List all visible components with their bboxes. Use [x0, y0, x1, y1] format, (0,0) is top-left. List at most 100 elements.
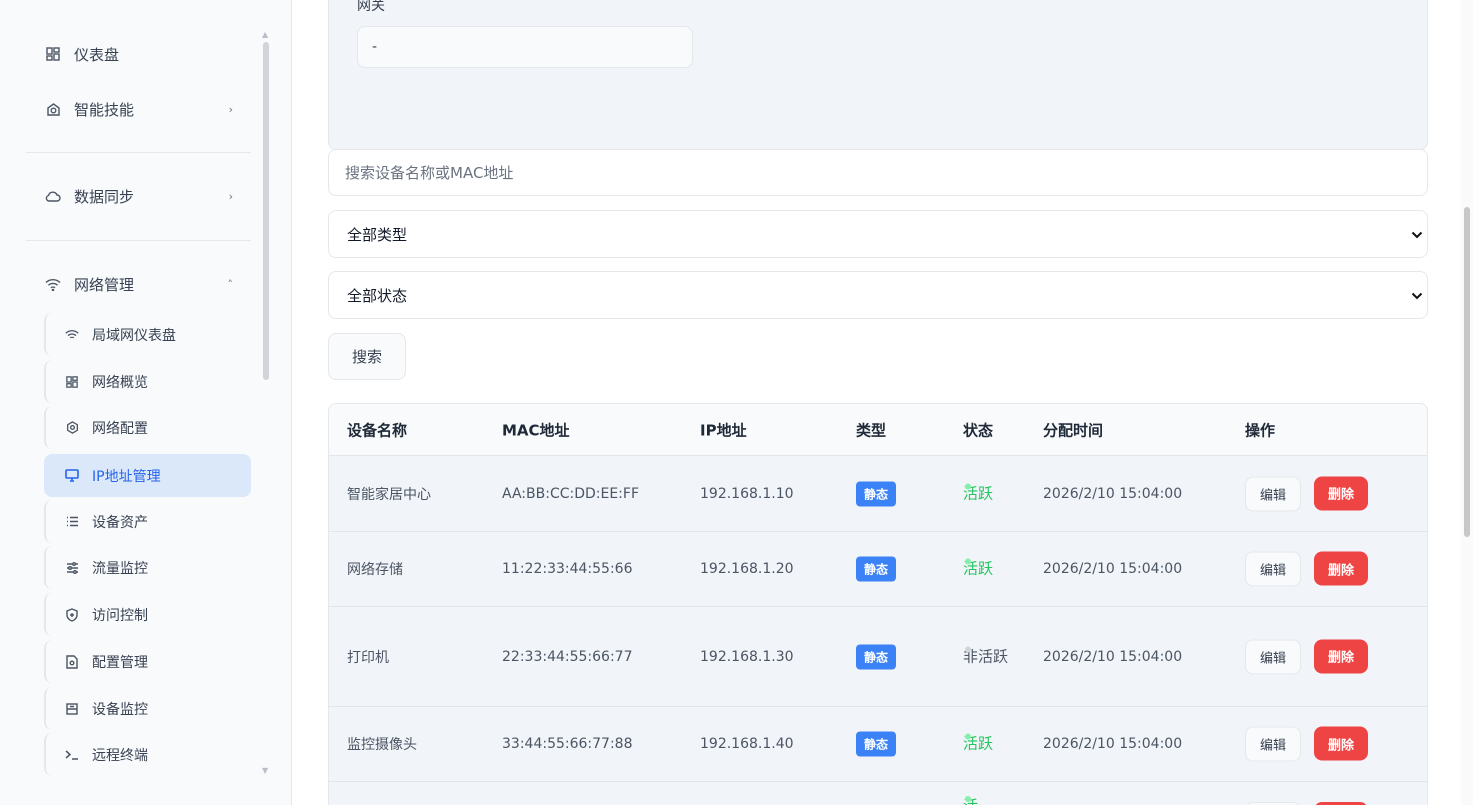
sliders-icon — [64, 560, 80, 576]
dashboard-icon — [44, 45, 62, 63]
row-actions: 编辑 删除 — [1245, 551, 1368, 587]
column-header: 类型 — [856, 421, 887, 439]
column-header: 分配时间 — [1043, 421, 1104, 439]
edit-button[interactable]: 编辑 — [1245, 551, 1301, 587]
sidebar-item-ip-management[interactable]: IP地址管理 — [44, 454, 251, 497]
type-badge: 静态 — [856, 731, 897, 757]
sidebar-item-label: 网络配置 — [92, 420, 148, 437]
scroll-down-arrow-icon[interactable]: ▼ — [262, 766, 268, 775]
ip-address: 192.168.1.30 — [700, 648, 794, 665]
status-select[interactable]: 全部状态 — [328, 271, 1428, 319]
type-select[interactable]: 全部类型 — [328, 210, 1428, 258]
assign-time: 2026/2/10 15:04:00 — [1043, 485, 1183, 502]
grid-icon — [64, 374, 80, 390]
network-config-panel: 网关 - — [328, 0, 1428, 150]
sidebar-item-device-assets[interactable]: 设备资产 — [44, 500, 251, 543]
sidebar-item-dashboard[interactable]: 仪表盘 — [26, 31, 251, 77]
sidebar-item-label: 访问控制 — [92, 607, 148, 624]
sidebar-item-label: 网络管理 — [74, 275, 135, 294]
mac-address: 11:22:33:44:55:66 — [502, 561, 633, 577]
row-actions: 编辑 删除 — [1245, 639, 1368, 674]
status-dot — [965, 558, 971, 565]
column-header: 设备名称 — [347, 421, 408, 439]
status-indicator: 活 — [963, 794, 978, 805]
sidebar-item-label: 网络概览 — [92, 374, 148, 391]
status-select-value: 全部状态 — [347, 286, 408, 305]
device-name: 智能家居中心 — [347, 486, 431, 503]
sidebar-item-network-overview[interactable]: 网络概览 — [44, 360, 251, 403]
camera-icon — [44, 100, 62, 118]
sidebar-item-label: 局域网仪表盘 — [92, 327, 176, 344]
column-header: 状态 — [963, 421, 994, 439]
type-badge: 静态 — [856, 481, 897, 506]
list-icon — [64, 514, 80, 530]
device-name: 打印机 — [347, 649, 389, 666]
column-header: IP地址 — [700, 421, 747, 439]
sidebar-item-label: 设备监控 — [92, 701, 148, 718]
sidebar-item-label: 数据同步 — [74, 187, 135, 206]
gateway-field[interactable]: - — [357, 26, 693, 68]
sidebar-item-traffic-monitor[interactable]: 流量监控 — [44, 546, 251, 589]
chevron-down-icon — [1411, 225, 1423, 243]
search-input[interactable]: 搜索设备名称或MAC地址 — [328, 149, 1428, 196]
file-settings-icon — [64, 654, 80, 670]
chevron-down-icon — [1411, 286, 1423, 304]
edit-button[interactable]: 编辑 — [1245, 476, 1301, 511]
search-button[interactable]: 搜索 — [328, 333, 406, 380]
table-row: 监控摄像头 33:44:55:66:77:88 192.168.1.40 静态 … — [329, 707, 1427, 782]
delete-button[interactable]: 删除 — [1314, 476, 1368, 510]
sidebar-item-access-control[interactable]: 访问控制 — [44, 593, 251, 636]
edit-button[interactable]: 编辑 — [1245, 726, 1301, 762]
mac-address: 22:33:44:55:66:77 — [502, 648, 633, 665]
sidebar-scrollbar[interactable] — [263, 42, 269, 380]
status-dot — [965, 796, 971, 802]
sidebar-item-data-sync[interactable]: 数据同步 › — [26, 173, 251, 219]
chevron-up-icon: ˄ — [227, 277, 234, 291]
sidebar-item-label: 智能技能 — [74, 100, 135, 119]
device-name: 网络存储 — [347, 562, 403, 578]
sidebar-item-network-management[interactable]: 网络管理 ˄ — [26, 261, 251, 307]
scroll-up-arrow-icon[interactable]: ▲ — [262, 30, 268, 39]
status-indicator: 活跃 — [963, 481, 993, 506]
sidebar-item-network-config[interactable]: 网络配置 — [44, 406, 251, 449]
sidebar-item-label: IP地址管理 — [92, 468, 161, 485]
sidebar-item-smart-skills[interactable]: 智能技能 › — [26, 86, 251, 132]
panel-icon — [64, 701, 80, 717]
delete-button[interactable]: 删除 — [1314, 726, 1368, 761]
ip-address-table: 设备名称 MAC地址 IP地址 类型 状态 分配时间 操作 智能家居中心 AA:… — [328, 403, 1428, 805]
monitor-icon — [64, 468, 80, 484]
status-dot — [965, 733, 971, 740]
sidebar-item-lan-dashboard[interactable]: 局域网仪表盘 — [44, 313, 251, 356]
assign-time: 2026/2/10 15:04:00 — [1043, 561, 1183, 577]
gateway-label: 网关 — [357, 0, 385, 14]
status-dot — [965, 483, 971, 489]
row-actions: 编辑 删除 — [1245, 476, 1368, 511]
ip-address: 192.168.1.20 — [700, 561, 794, 577]
row-actions: 编辑 删除 — [1245, 726, 1368, 762]
delete-button[interactable]: 删除 — [1314, 551, 1368, 586]
gear-icon — [64, 420, 80, 436]
delete-button[interactable]: 删除 — [1314, 639, 1368, 673]
sidebar-item-config-management[interactable]: 配置管理 — [44, 640, 251, 683]
chevron-right-icon: › — [228, 102, 233, 116]
divider — [26, 240, 251, 241]
page-scrollbar[interactable] — [1464, 207, 1470, 537]
sidebar: 仪表盘 智能技能 › 数据同步 › 网络管理 ˄ 局域网仪表盘 网络概览 网络配… — [0, 0, 292, 805]
column-header: MAC地址 — [502, 421, 570, 439]
ip-address: 192.168.1.40 — [700, 736, 794, 752]
table-header: 设备名称 MAC地址 IP地址 类型 状态 分配时间 操作 — [329, 404, 1427, 456]
table-row: 智能家居中心 AA:BB:CC:DD:EE:FF 192.168.1.10 静态… — [329, 456, 1427, 532]
sidebar-item-label: 设备资产 — [92, 514, 148, 531]
sidebar-item-device-monitor[interactable]: 设备监控 — [44, 687, 251, 730]
assign-time: 2026/2/10 15:04:00 — [1043, 648, 1183, 665]
mac-address: 33:44:55:66:77:88 — [502, 736, 633, 752]
wifi-icon — [44, 275, 62, 293]
type-select-value: 全部类型 — [347, 225, 408, 244]
sidebar-item-remote-terminal[interactable]: 远程终端 — [44, 733, 251, 776]
status-indicator: 活跃 — [963, 732, 993, 757]
sidebar-item-label: 配置管理 — [92, 654, 148, 671]
shield-icon — [64, 607, 80, 623]
device-name: 监控摄像头 — [347, 737, 417, 753]
edit-button[interactable]: 编辑 — [1245, 639, 1301, 674]
divider — [26, 152, 251, 153]
